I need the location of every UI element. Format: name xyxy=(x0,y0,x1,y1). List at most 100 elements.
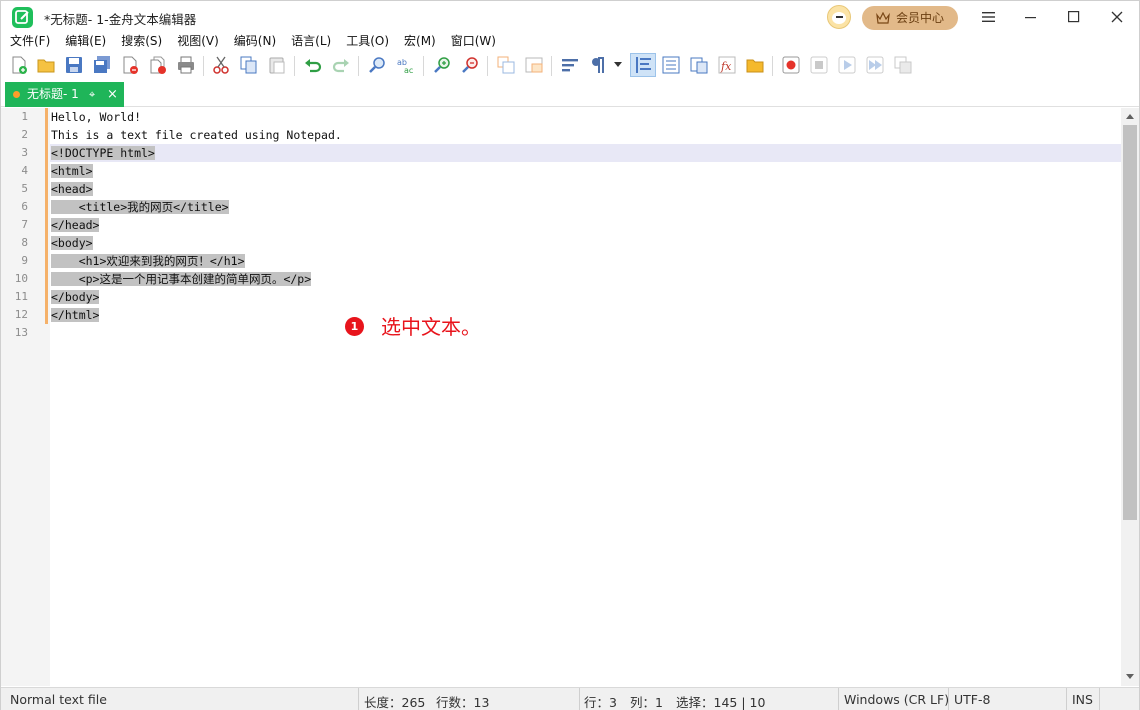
zoom-in-icon[interactable] xyxy=(431,54,453,76)
record-macro-icon[interactable] xyxy=(780,54,802,76)
menu-tools[interactable]: 工具(O) xyxy=(346,32,389,50)
code-line[interactable]: Hello, World! xyxy=(51,108,141,126)
current-line-highlight xyxy=(50,144,1121,162)
pin-icon[interactable]: ⌖ xyxy=(89,82,95,107)
menu-file[interactable]: 文件(F) xyxy=(10,32,50,50)
sync-vertical-icon[interactable] xyxy=(495,54,517,76)
status-insert-mode[interactable]: INS xyxy=(1072,692,1093,707)
code-line-text: <p>这是一个用记事本创建的简单网页。</p> xyxy=(51,272,312,286)
code-line[interactable]: <h1>欢迎来到我的网页！</h1> xyxy=(51,252,245,270)
status-row: 行：3 xyxy=(584,695,617,710)
find-icon[interactable] xyxy=(367,54,389,76)
status-bar: Normal text file 长度：265 行数：13 行：3 列：1 选择… xyxy=(1,687,1139,710)
code-line-text: </body> xyxy=(51,290,100,304)
code-line[interactable]: </body> xyxy=(51,288,100,306)
line-number: 2 xyxy=(21,128,28,141)
show-all-characters-icon[interactable] xyxy=(587,54,609,76)
vertical-scrollbar[interactable] xyxy=(1121,108,1139,686)
scroll-down-arrow-icon[interactable] xyxy=(1126,674,1134,679)
app-logo-icon xyxy=(12,7,33,28)
status-encoding[interactable]: UTF-8 xyxy=(954,692,990,707)
folder-workspace-icon[interactable] xyxy=(744,54,766,76)
line-number: 11 xyxy=(14,290,28,303)
close-file-icon[interactable] xyxy=(119,54,141,76)
replace-icon[interactable]: ab ac xyxy=(395,54,417,76)
function-fx-icon[interactable]: fx xyxy=(716,54,738,76)
play-macro-icon[interactable] xyxy=(836,54,858,76)
zoom-out-icon[interactable] xyxy=(459,54,481,76)
save-all-icon[interactable] xyxy=(91,54,113,76)
line-number: 3 xyxy=(21,146,28,159)
status-col: 列：1 xyxy=(630,695,663,710)
scroll-up-arrow-icon[interactable] xyxy=(1126,114,1134,119)
code-line[interactable]: <body> xyxy=(51,234,93,252)
code-line[interactable]: </html> xyxy=(51,306,100,324)
menu-view[interactable]: 视图(V) xyxy=(177,32,219,50)
mascot-avatar-icon[interactable] xyxy=(827,5,851,29)
status-file-type: Normal text file xyxy=(10,692,107,707)
maximize-icon[interactable] xyxy=(1054,1,1094,33)
sync-horizontal-icon[interactable] xyxy=(523,54,545,76)
code-line-text: <h1>欢迎来到我的网页！</h1> xyxy=(51,254,245,268)
save-macro-icon[interactable] xyxy=(892,54,914,76)
menu-encoding[interactable]: 编码(N) xyxy=(234,32,276,50)
line-number-gutter: 1 2 3 4 5 6 7 8 9 10 11 12 13 xyxy=(1,108,50,686)
document-map-icon[interactable] xyxy=(660,54,682,76)
dropdown-arrow-icon[interactable] xyxy=(611,54,625,76)
tab-bar: 无标题- 1 ⌖ × xyxy=(1,81,1139,107)
paste-icon[interactable] xyxy=(266,54,288,76)
code-line-text: <head> xyxy=(51,182,93,196)
scrollbar-thumb[interactable] xyxy=(1123,125,1137,520)
tab-untitled-1[interactable]: 无标题- 1 ⌖ × xyxy=(5,82,124,107)
code-line[interactable]: <head> xyxy=(51,180,93,198)
indent-guide-icon[interactable] xyxy=(630,53,656,77)
line-number: 1 xyxy=(21,110,28,123)
menu-search[interactable]: 搜索(S) xyxy=(121,32,162,50)
code-line-text: <title>我的网页</title> xyxy=(51,200,229,214)
function-list-icon[interactable] xyxy=(688,54,710,76)
code-line-text: <body> xyxy=(51,236,93,250)
code-line[interactable]: This is a text file created using Notepa… xyxy=(51,126,342,144)
run-macro-multiple-icon[interactable] xyxy=(864,54,886,76)
menu-macro[interactable]: 宏(M) xyxy=(404,32,436,50)
redo-icon[interactable] xyxy=(330,54,352,76)
code-line[interactable]: <p>这是一个用记事本创建的简单网页。</p> xyxy=(51,270,312,288)
word-wrap-icon[interactable] xyxy=(559,54,581,76)
menu-edit[interactable]: 编辑(E) xyxy=(65,32,106,50)
save-icon[interactable] xyxy=(63,54,85,76)
open-folder-icon[interactable] xyxy=(35,54,57,76)
code-line-text: This is a text file created using Notepa… xyxy=(51,128,342,142)
stop-macro-icon[interactable] xyxy=(808,54,830,76)
tab-close-icon[interactable]: × xyxy=(107,82,118,107)
copy-icon[interactable] xyxy=(238,54,260,76)
step-instruction: 选中文本。 xyxy=(381,315,481,339)
menu-window[interactable]: 窗口(W) xyxy=(451,32,496,50)
menu-language[interactable]: 语言(L) xyxy=(291,32,331,50)
code-line-text: </html> xyxy=(51,308,100,322)
code-line-text: </head> xyxy=(51,218,100,232)
status-line-count: 行数：13 xyxy=(436,695,490,710)
minimize-icon[interactable] xyxy=(1011,1,1051,33)
status-eol[interactable]: Windows (CR LF) xyxy=(844,692,949,707)
cut-icon[interactable] xyxy=(210,54,232,76)
editor-area[interactable]: 1 2 3 4 5 6 7 8 9 10 11 12 13 Hello, World! This is a… xyxy=(1,108,1139,686)
code-line[interactable]: <html> xyxy=(51,162,93,180)
change-history-bar xyxy=(45,108,48,324)
print-icon[interactable] xyxy=(175,54,197,76)
line-number: 12 xyxy=(14,308,28,321)
close-all-icon[interactable] xyxy=(147,54,169,76)
line-number: 6 xyxy=(21,200,28,213)
line-number: 9 xyxy=(21,254,28,267)
code-line[interactable]: <title>我的网页</title> xyxy=(51,198,229,216)
code-line[interactable]: </head> xyxy=(51,216,100,234)
undo-icon[interactable] xyxy=(302,54,324,76)
code-line[interactable]: <!DOCTYPE html> xyxy=(51,144,155,162)
line-number: 10 xyxy=(14,272,28,285)
code-line-text: <!DOCTYPE html> xyxy=(51,146,155,160)
code-line-text: <html> xyxy=(51,164,93,178)
close-window-icon[interactable] xyxy=(1097,1,1137,33)
hamburger-menu-icon[interactable] xyxy=(969,1,1009,33)
new-file-icon[interactable] xyxy=(8,54,30,76)
member-center-button[interactable]: 会员中心 xyxy=(862,6,958,30)
tab-label: 无标题- 1 xyxy=(27,87,79,101)
